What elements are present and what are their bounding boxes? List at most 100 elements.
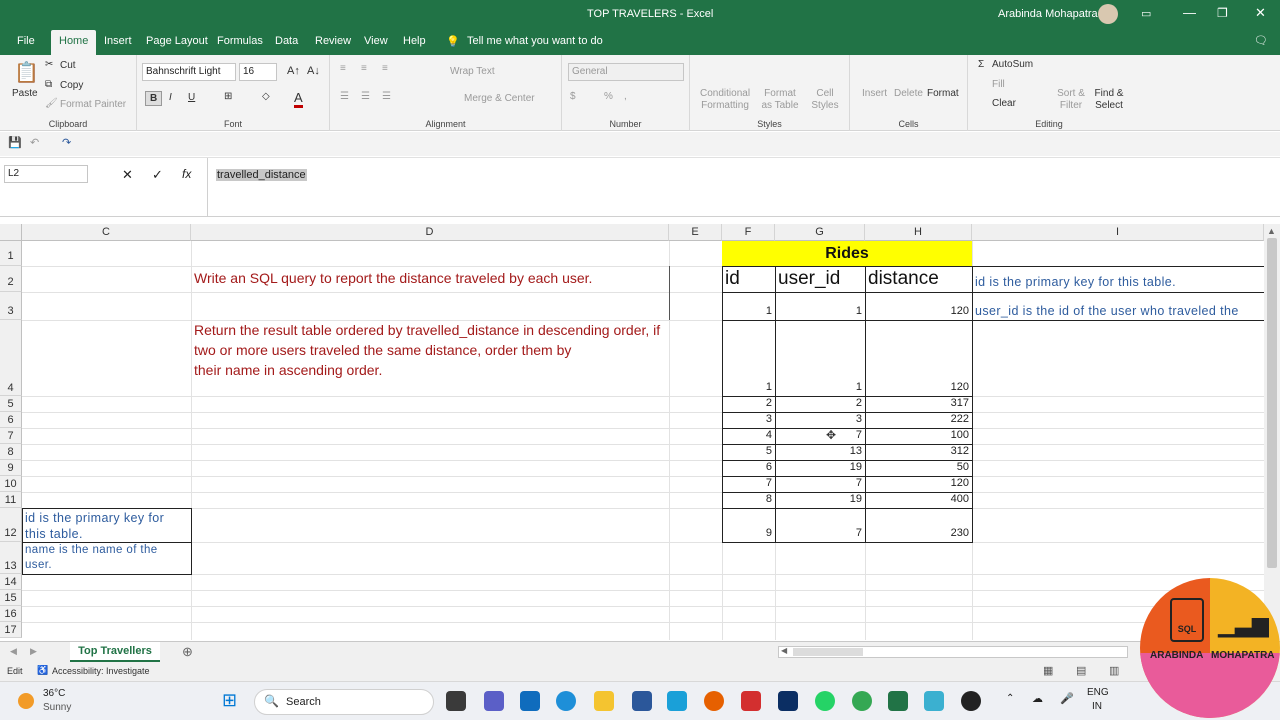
store-icon[interactable]	[632, 691, 652, 711]
middle-align-icon[interactable]: ≡	[361, 63, 367, 74]
tab-view[interactable]: View	[364, 35, 388, 47]
header-user-id[interactable]: user_id	[775, 268, 840, 290]
cut-button[interactable]: Cut	[60, 60, 76, 71]
select-all-corner[interactable]	[0, 224, 22, 241]
page-layout-view-icon[interactable]: ▤	[1076, 664, 1086, 677]
conditional-formatting-button[interactable]: Conditional Formatting	[700, 88, 750, 112]
onedrive-icon[interactable]: ☁	[1032, 692, 1043, 705]
note-line[interactable]: this table.	[22, 526, 190, 542]
app-icon[interactable]	[778, 691, 798, 711]
cell-user-id[interactable]: 13	[775, 445, 865, 457]
scroll-left-icon[interactable]: ◀	[781, 646, 787, 655]
column-header-i[interactable]: I	[972, 224, 1264, 241]
row-header-12[interactable]: 12	[0, 508, 22, 542]
comma-icon[interactable]: ,	[624, 91, 627, 102]
cell-id[interactable]: 5	[722, 445, 775, 457]
cell-distance[interactable]: 100	[865, 429, 972, 441]
note-line[interactable]: user.	[22, 557, 190, 573]
header-distance[interactable]: distance	[865, 268, 939, 290]
function-icon[interactable]: fx	[182, 167, 191, 181]
align-center-icon[interactable]: ☰	[361, 91, 370, 102]
comments-icon[interactable]: 🗨	[1254, 34, 1268, 47]
align-right-icon[interactable]: ☰	[382, 91, 391, 102]
decrease-font-icon[interactable]: A↓	[307, 65, 320, 77]
column-header-g[interactable]: G	[775, 224, 865, 241]
row-header-5[interactable]: 5	[0, 396, 22, 412]
language-region[interactable]: IN	[1092, 701, 1102, 712]
number-format-select[interactable]: General	[568, 63, 684, 81]
note-id-primary-key[interactable]: id is the primary key for this table.	[972, 274, 1264, 290]
row-header-8[interactable]: 8	[0, 444, 22, 460]
sheet-tab-top-travellers[interactable]: Top Travellers	[70, 642, 160, 662]
excel-icon[interactable]	[888, 691, 908, 711]
bottom-align-icon[interactable]: ≡	[382, 63, 388, 74]
cell-user-id[interactable]: 19	[775, 493, 865, 505]
ribbon-display-icon[interactable]: ▭	[1141, 7, 1151, 20]
save-icon[interactable]: 💾	[8, 136, 22, 149]
cell-user-id[interactable]: 19	[775, 461, 865, 473]
cell-distance[interactable]: 400	[865, 493, 972, 505]
row-header-7[interactable]: 7	[0, 428, 22, 444]
add-sheet-icon[interactable]: ⊕	[182, 644, 193, 660]
enter-icon[interactable]: ✓	[152, 167, 163, 183]
underline-button[interactable]: U	[188, 92, 195, 103]
tab-page-layout[interactable]: Page Layout	[146, 35, 208, 47]
cell-id[interactable]: 3	[722, 413, 775, 425]
font-name-select[interactable]: Bahnschrift Light	[142, 63, 236, 81]
cell-id[interactable]: 2	[722, 397, 775, 409]
cell-user-id[interactable]: 7	[775, 477, 865, 489]
close-icon[interactable]: ✕	[1255, 5, 1266, 21]
chevron-up-icon[interactable]: ⌃	[1006, 693, 1014, 704]
cell-id[interactable]: 7	[722, 477, 775, 489]
row-header-2[interactable]: 2	[0, 266, 22, 292]
column-header-d[interactable]: D	[191, 224, 669, 241]
snipping-tool-icon[interactable]	[924, 691, 944, 711]
paste-icon[interactable]: 📋	[14, 60, 39, 85]
column-header-c[interactable]: C	[22, 224, 191, 241]
clear-button[interactable]: Clear	[992, 98, 1016, 109]
accessibility-icon[interactable]: ♿	[37, 665, 48, 676]
column-header-h[interactable]: H	[865, 224, 972, 241]
format-painter-button[interactable]: Format Painter	[60, 99, 126, 110]
font-color-icon[interactable]: A	[294, 90, 303, 108]
minimize-icon[interactable]: —	[1183, 5, 1196, 20]
cell-id[interactable]: 4	[722, 429, 775, 441]
row-header-6[interactable]: 6	[0, 412, 22, 428]
next-sheet-icon[interactable]: ▶	[30, 646, 37, 657]
name-box[interactable]: L2	[4, 165, 88, 183]
autosum-button[interactable]: AutoSum	[992, 59, 1033, 70]
cell-distance[interactable]: 120	[865, 305, 972, 317]
tab-data[interactable]: Data	[275, 35, 298, 47]
teams-icon[interactable]	[484, 691, 504, 711]
copy-icon[interactable]: ⧉	[45, 79, 52, 90]
worksheet-grid[interactable]: C D E F G H I 1 2 3 4 5 6 7 8 9 10 11 12…	[0, 224, 1264, 640]
cell-id[interactable]: 1	[722, 381, 775, 393]
row-header-10[interactable]: 10	[0, 476, 22, 492]
header-id[interactable]: id	[722, 268, 740, 290]
accessibility-status[interactable]: Accessibility: Investigate	[52, 666, 150, 676]
redo-icon[interactable]: ↷	[62, 136, 71, 149]
tell-me-box[interactable]: Tell me what you want to do	[467, 35, 603, 47]
fill-color-icon[interactable]: ◇	[262, 91, 270, 102]
tab-file[interactable]: File	[17, 35, 35, 47]
row-header-1[interactable]: 1	[0, 241, 22, 266]
cell-distance[interactable]: 312	[865, 445, 972, 457]
copy-button[interactable]: Copy	[60, 80, 83, 91]
cell-styles-button[interactable]: Cell Styles	[810, 88, 840, 112]
windows-start-icon[interactable]: ⊞	[222, 690, 237, 711]
format-cells-button[interactable]: Format	[927, 88, 959, 99]
cell-id[interactable]: 1	[722, 305, 775, 317]
cell-distance[interactable]: 50	[865, 461, 972, 473]
cell-distance[interactable]: 120	[865, 477, 972, 489]
insert-cells-button[interactable]: Insert	[862, 88, 887, 99]
scroll-thumb[interactable]	[1267, 238, 1277, 568]
microphone-icon[interactable]: 🎤	[1060, 692, 1074, 705]
cut-icon[interactable]: ✂	[45, 59, 53, 70]
formula-input[interactable]: travelled_distance	[207, 158, 1280, 216]
edge-icon[interactable]	[556, 691, 576, 711]
column-header-e[interactable]: E	[669, 224, 722, 241]
borders-icon[interactable]: ⊞	[224, 91, 232, 102]
cell-distance[interactable]: 120	[865, 381, 972, 393]
sort-filter-button[interactable]: Sort & Filter	[1054, 88, 1088, 112]
top-align-icon[interactable]: ≡	[340, 63, 346, 74]
